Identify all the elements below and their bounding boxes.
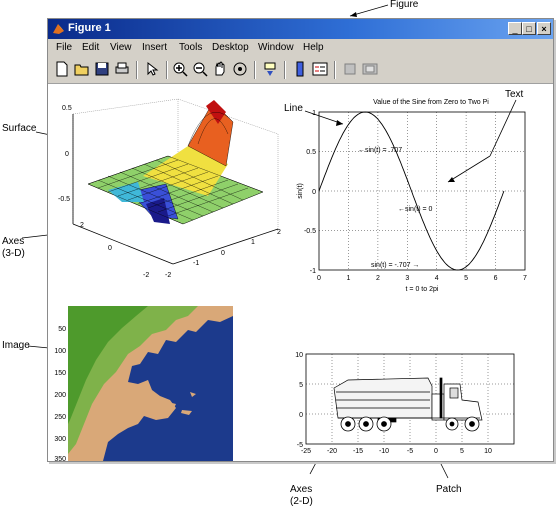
patch-callout: Patch — [436, 484, 462, 495]
legend-icon[interactable] — [312, 61, 328, 77]
sine-y-tick: -1 — [310, 268, 316, 275]
patch-x-tick: 5 — [460, 448, 464, 455]
sine-y-tick: 0 — [312, 189, 316, 196]
menu-bar: File Edit View Insert Tools Desktop Wind… — [48, 39, 553, 57]
menu-desktop[interactable]: Desktop — [212, 42, 249, 53]
patch-y-tick: 0 — [299, 412, 303, 419]
rotate-3d-icon[interactable] — [232, 61, 248, 77]
patch-y-tick: -5 — [297, 442, 303, 449]
hide-plot-tools-icon[interactable] — [342, 61, 358, 77]
menu-tools[interactable]: Tools — [179, 42, 202, 53]
pointer-icon[interactable] — [144, 61, 160, 77]
sine-x-tick: 1 — [346, 275, 350, 282]
menu-help[interactable]: Help — [303, 42, 324, 53]
patch-y-tick: 5 — [299, 382, 303, 389]
sine-x-tick: 5 — [464, 275, 468, 282]
patch-x-tick: -15 — [353, 448, 363, 455]
sine-ylabel: sin(t) — [297, 183, 304, 199]
figure-canvas: 0.5 0 -0.5 2 0 -2 -2 -1 0 1 2 Value of t… — [54, 98, 527, 461]
axes3d-callout-1: Axes — [2, 236, 25, 247]
sine-x-tick: 0 — [317, 275, 321, 282]
y-tick: -1 — [193, 260, 199, 267]
sine-x-tick: 3 — [405, 275, 409, 282]
menu-edit[interactable]: Edit — [82, 42, 99, 53]
x-tick: 0 — [108, 245, 112, 252]
sine-axes: Value of the Sine from Zero to Two Pi ←s… — [297, 99, 527, 293]
line-callout: Line — [284, 103, 303, 114]
colorbar-icon[interactable] — [292, 61, 308, 77]
new-file-icon[interactable] — [54, 61, 70, 77]
patch-x-tick: -20 — [327, 448, 337, 455]
save-icon[interactable] — [94, 61, 110, 77]
maximize-button[interactable]: □ — [522, 22, 536, 35]
sine-x-tick: 4 — [435, 275, 439, 282]
y-tick: 2 — [277, 229, 281, 236]
open-folder-icon[interactable] — [74, 61, 90, 77]
image-y-tick: 300 — [54, 436, 66, 443]
patch-x-tick: -25 — [301, 448, 311, 455]
image-y-tick: 200 — [54, 392, 66, 399]
z-tick: 0 — [65, 151, 69, 158]
image-y-tick: 150 — [54, 370, 66, 377]
surface-callout: Surface — [2, 123, 37, 134]
patch-axes: -25 -20 -15 -10 -5 0 5 10 10 5 0 -5 — [295, 352, 515, 455]
menu-insert[interactable]: Insert — [142, 42, 167, 53]
zoom-out-icon[interactable] — [192, 61, 208, 77]
toolbar — [48, 57, 553, 84]
image-y-tick: 250 — [54, 414, 66, 421]
sine-y-tick: 0.5 — [306, 149, 316, 156]
z-tick: -0.5 — [58, 196, 70, 203]
data-cursor-icon[interactable] — [262, 61, 278, 77]
minimize-button[interactable]: _ — [508, 22, 522, 35]
sine-annotation: ←sin(t) = .707 — [358, 147, 402, 154]
patch-x-tick: -5 — [407, 448, 413, 455]
show-plot-tools-icon[interactable] — [362, 61, 378, 77]
window-title: Figure 1 — [68, 22, 111, 34]
y-tick: -2 — [165, 272, 171, 279]
print-icon[interactable] — [114, 61, 130, 77]
sine-xlabel: t = 0 to 2pi — [406, 286, 439, 293]
z-tick: 0.5 — [62, 105, 72, 112]
sine-y-tick: 1 — [312, 110, 316, 117]
sine-y-tick: -0.5 — [304, 228, 316, 235]
sine-x-tick: 7 — [523, 275, 527, 282]
x-tick: -2 — [143, 272, 149, 279]
patch-y-tick: 10 — [295, 352, 303, 359]
truck-patch — [333, 377, 483, 423]
y-tick: 0 — [221, 250, 225, 257]
sine-title: Value of the Sine from Zero to Two Pi — [373, 99, 489, 106]
pan-hand-icon[interactable] — [212, 61, 228, 77]
image-y-tick: 350 — [54, 456, 66, 461]
zoom-in-icon[interactable] — [172, 61, 188, 77]
menu-file[interactable]: File — [56, 42, 72, 53]
image-callout: Image — [2, 340, 30, 351]
menu-window[interactable]: Window — [258, 42, 294, 53]
image-y-tick: 100 — [54, 348, 66, 355]
patch-x-tick: 0 — [434, 448, 438, 455]
menu-view[interactable]: View — [110, 42, 132, 53]
matlab-icon — [53, 24, 64, 34]
image-y-tick: 50 — [58, 326, 66, 333]
patch-x-tick: -10 — [379, 448, 389, 455]
y-tick: 1 — [251, 239, 255, 246]
axes3d-callout-2: (3-D) — [2, 248, 25, 259]
axes2d-callout-1: Axes — [290, 484, 313, 495]
sine-x-tick: 6 — [494, 275, 498, 282]
sine-annotation: ←sin(t) = 0 — [398, 206, 433, 213]
sine-x-tick: 2 — [376, 275, 380, 282]
axes2d-callout-2: (2-D) — [290, 496, 313, 507]
figure-window: Figure 1 _ □ × File Edit View Insert Too… — [47, 18, 554, 462]
image-axes: 50 100 150 200 250 300 350 — [54, 306, 233, 461]
title-bar[interactable]: Figure 1 _ □ × — [48, 19, 553, 39]
close-button[interactable]: × — [537, 22, 551, 35]
surface-axes: 0.5 0 -0.5 2 0 -2 -2 -1 0 1 2 — [58, 98, 281, 279]
patch-x-tick: 10 — [484, 448, 492, 455]
x-tick: 2 — [80, 222, 84, 229]
sine-annotation: sin(t) = -.707 → — [371, 262, 419, 269]
text-callout: Text — [505, 89, 524, 100]
